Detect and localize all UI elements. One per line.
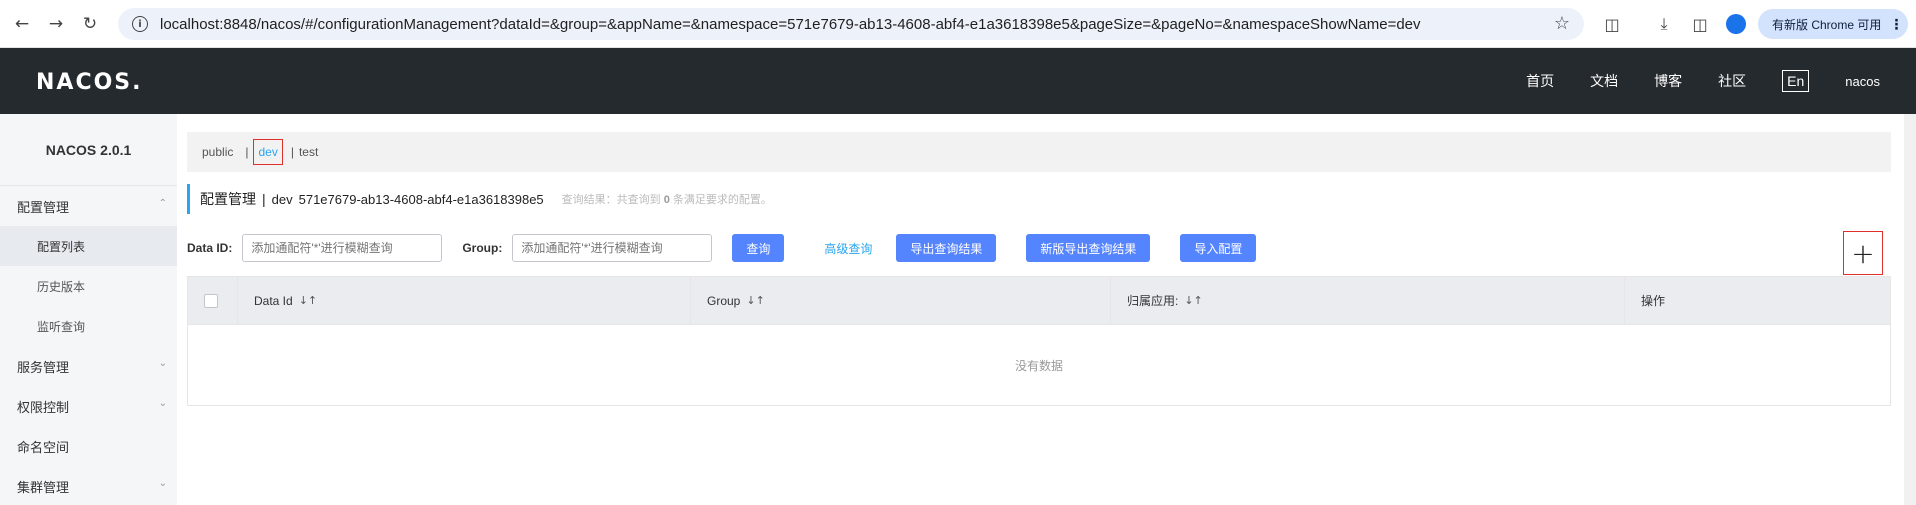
header-nav: 首页 文档 博客 社区 En nacos	[1526, 48, 1880, 114]
group-input[interactable]	[512, 234, 713, 262]
download-icon[interactable]: ⤓	[1650, 10, 1678, 38]
result-count: 0	[663, 194, 670, 206]
sidebar-item-label: 配置管理	[17, 199, 70, 215]
column-actions: 操作	[1641, 294, 1666, 308]
sidebar-item-cluster[interactable]: 集群管理 ⌄	[0, 466, 177, 505]
back-icon[interactable]: ←	[8, 10, 36, 38]
import-button[interactable]: 导入配置	[1180, 234, 1257, 262]
star-icon[interactable]: ☆	[1554, 13, 1570, 34]
column-group[interactable]: Group ↓↑	[691, 276, 1111, 325]
chrome-update-button[interactable]: 有新版 Chrome 可用 ⋮	[1758, 9, 1908, 39]
sidebar-item-service[interactable]: 服务管理 ⌄	[0, 346, 177, 386]
search-row: Data ID: Group: 查询 高级查询 导出查询结果 新版导出查询结果 …	[187, 234, 1257, 262]
info-icon[interactable]: i	[132, 16, 148, 32]
chevron-down-icon: ⌄	[158, 398, 167, 409]
nav-home[interactable]: 首页	[1526, 71, 1554, 91]
add-config-button[interactable]: +	[1843, 231, 1883, 275]
namespace-dev[interactable]: dev	[253, 139, 283, 165]
chevron-down-icon: ⌄	[158, 478, 167, 489]
more-icon: ⋮	[1889, 15, 1904, 32]
browser-toolbar: ← → ↻ i localhost:8848/nacos/#/configura…	[0, 0, 1916, 48]
config-table: Data Id ↓↑ Group ↓↑ 归属应用: ↓↑ 操作 没有数据	[187, 276, 1891, 406]
title-namespace-id: 571e7679-ab13-4608-abf4-e1a3618398e5	[298, 191, 544, 207]
dataid-label: Data ID:	[187, 241, 233, 255]
sidebar: NACOS 2.0.1 配置管理 ⌃ 配置列表 历史版本 监听查询 服务管理 ⌄…	[0, 114, 177, 505]
language-toggle[interactable]: En	[1782, 70, 1810, 92]
group-label: Group:	[462, 241, 503, 255]
table-header: Data Id ↓↑ Group ↓↑ 归属应用: ↓↑ 操作	[188, 276, 1890, 325]
nav-blog[interactable]: 博客	[1654, 71, 1682, 91]
sort-icon[interactable]: ↓↑	[1184, 294, 1202, 307]
update-label: 有新版 Chrome 可用	[1772, 17, 1882, 32]
sort-icon[interactable]: ↓↑	[299, 294, 317, 307]
sidebar-item-config[interactable]: 配置管理 ⌃	[0, 186, 177, 226]
sidebar-item-auth[interactable]: 权限控制 ⌄	[0, 386, 177, 426]
query-result-text: 查询结果：共查询到 0 条满足要求的配置。	[561, 194, 772, 206]
namespace-public[interactable]: public	[202, 145, 233, 159]
select-all-cell	[188, 276, 238, 325]
sidebar-item-namespace[interactable]: 命名空间	[0, 426, 177, 466]
sort-icon[interactable]: ↓↑	[746, 294, 764, 307]
sidebar-item-listener[interactable]: 监听查询	[0, 306, 177, 346]
column-app[interactable]: 归属应用: ↓↑	[1111, 276, 1625, 325]
sidebar-item-label: 服务管理	[17, 359, 70, 375]
sidebar-item-label: 权限控制	[17, 399, 70, 415]
app-header: NACOS. 首页 文档 博客 社区 En nacos	[0, 48, 1916, 114]
sidebar-item-history[interactable]: 历史版本	[0, 266, 177, 306]
namespace-test[interactable]: test	[299, 145, 318, 159]
dataid-input[interactable]	[242, 234, 443, 262]
namespace-separator: |	[290, 145, 294, 159]
title-separator: |	[262, 191, 266, 207]
extensions-icon[interactable]: ◫	[1598, 10, 1626, 38]
export-button[interactable]: 导出查询结果	[896, 234, 997, 262]
url-text[interactable]: localhost:8848/nacos/#/configurationMana…	[160, 16, 1421, 33]
reload-icon[interactable]: ↻	[76, 10, 104, 38]
sidebar-title: NACOS 2.0.1	[0, 114, 177, 186]
user-menu[interactable]: nacos	[1845, 74, 1880, 89]
nav-docs[interactable]: 文档	[1590, 71, 1618, 91]
sidebar-item-label: 命名空间	[17, 439, 70, 455]
namespace-separator: |	[245, 145, 249, 159]
page-title: 配置管理 | dev 571e7679-ab13-4608-abf4-e1a36…	[187, 184, 772, 214]
sidepanel-icon[interactable]: ◫	[1686, 10, 1714, 38]
nav-community[interactable]: 社区	[1718, 71, 1746, 91]
chevron-up-icon: ⌃	[158, 198, 167, 209]
title-namespace: dev	[271, 191, 293, 207]
nacos-logo[interactable]: NACOS.	[36, 70, 143, 95]
select-all-checkbox[interactable]	[204, 293, 218, 308]
address-bar[interactable]: i localhost:8848/nacos/#/configurationMa…	[118, 8, 1584, 40]
forward-icon[interactable]: →	[42, 10, 70, 38]
profile-icon[interactable]	[1726, 14, 1746, 34]
empty-state: 没有数据	[1014, 358, 1063, 373]
chevron-down-icon: ⌄	[158, 358, 167, 369]
query-button[interactable]: 查询	[732, 234, 785, 262]
sidebar-item-config-list[interactable]: 配置列表	[0, 226, 177, 266]
advanced-query-link[interactable]: 高级查询	[824, 234, 872, 262]
title-main: 配置管理	[200, 191, 256, 207]
namespace-bar: public | dev | test	[187, 132, 1891, 172]
main-content: public | dev | test 配置管理 | dev 571e7679-…	[177, 114, 1904, 505]
page-scrollbar[interactable]	[1904, 114, 1916, 505]
sidebar-item-label: 集群管理	[17, 479, 70, 495]
export-new-button[interactable]: 新版导出查询结果	[1026, 234, 1151, 262]
column-dataid[interactable]: Data Id ↓↑	[238, 276, 691, 325]
